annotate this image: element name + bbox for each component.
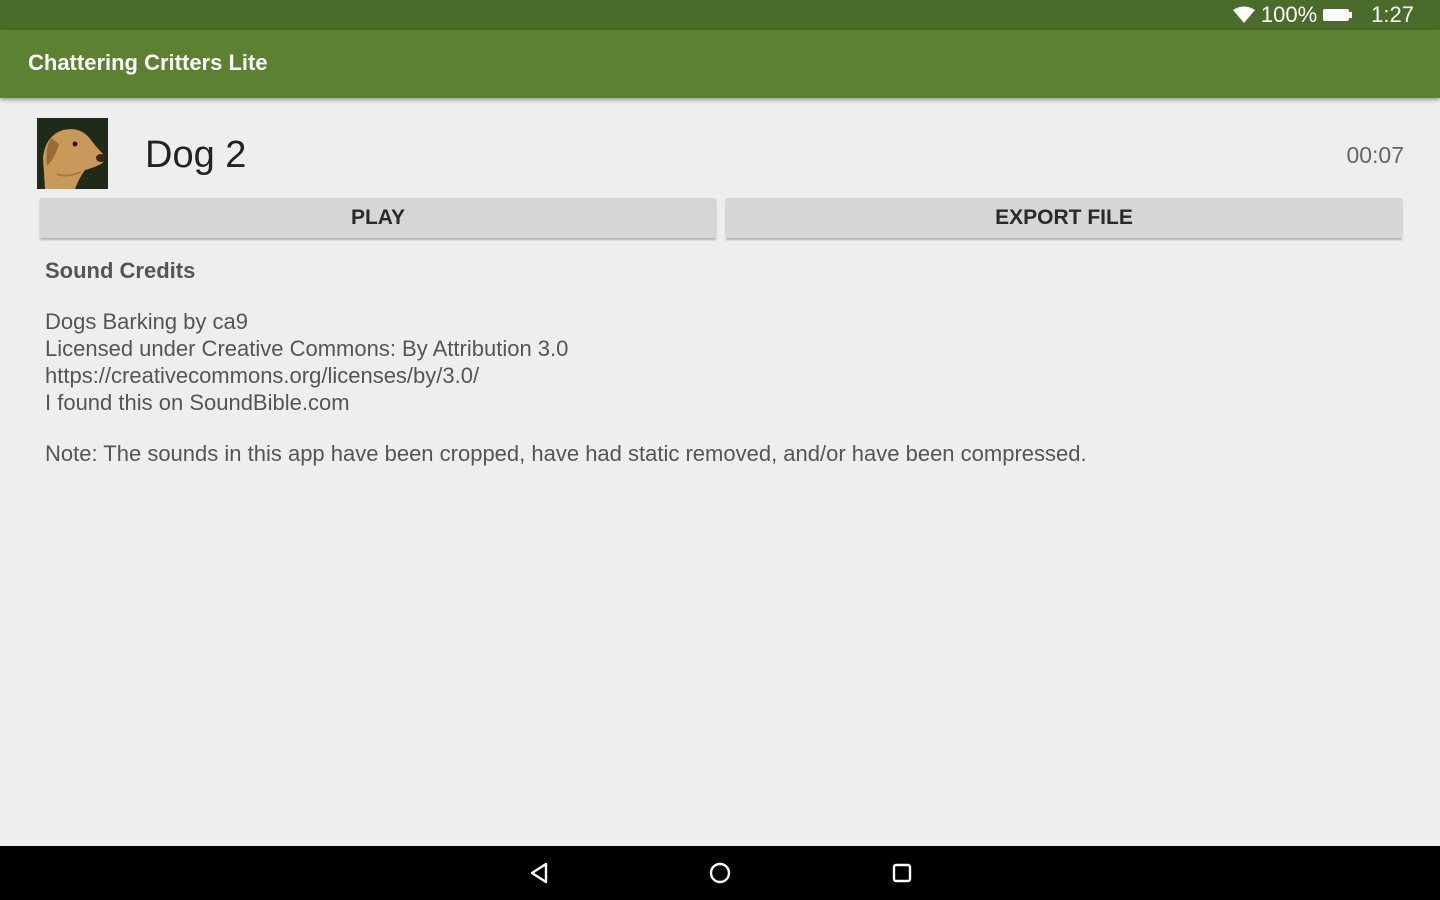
sound-credits: Sound Credits Dogs Barking by ca9 Licens… [45, 258, 1087, 467]
clock: 1:27 [1371, 2, 1414, 27]
action-buttons: PLAY EXPORT FILE [40, 198, 1402, 238]
app-title: Chattering Critters Lite [28, 50, 268, 75]
credit-line: https://creativecommons.org/licenses/by/… [45, 363, 480, 388]
battery-percent: 100% [1260, 2, 1318, 27]
home-icon[interactable] [706, 859, 734, 887]
navigation-bar [0, 846, 1440, 900]
sound-title: Dog 2 [145, 134, 247, 176]
recents-icon[interactable] [888, 859, 916, 887]
credits-title: Sound Credits [45, 258, 196, 283]
play-button[interactable]: PLAY [40, 198, 716, 238]
wifi-icon [1232, 6, 1255, 24]
back-icon[interactable] [525, 859, 553, 887]
export-file-button[interactable]: EXPORT FILE [726, 198, 1402, 238]
sound-duration: 00:07 [1346, 142, 1404, 168]
credit-line: I found this on SoundBible.com [45, 390, 350, 415]
dog-image [37, 118, 108, 189]
battery-icon [1323, 7, 1353, 23]
sound-header: Dog 2 00:07 [0, 110, 1440, 198]
status-indicators: 100% 1:27 [1232, 0, 1414, 30]
credit-line: Dogs Barking by ca9 [45, 309, 248, 334]
app-bar: Chattering Critters Lite [0, 30, 1440, 98]
status-bar: 100% 1:27 [0, 0, 1440, 30]
credits-note: Note: The sounds in this app have been c… [45, 441, 1087, 466]
credit-line: Licensed under Creative Commons: By Attr… [45, 336, 569, 361]
